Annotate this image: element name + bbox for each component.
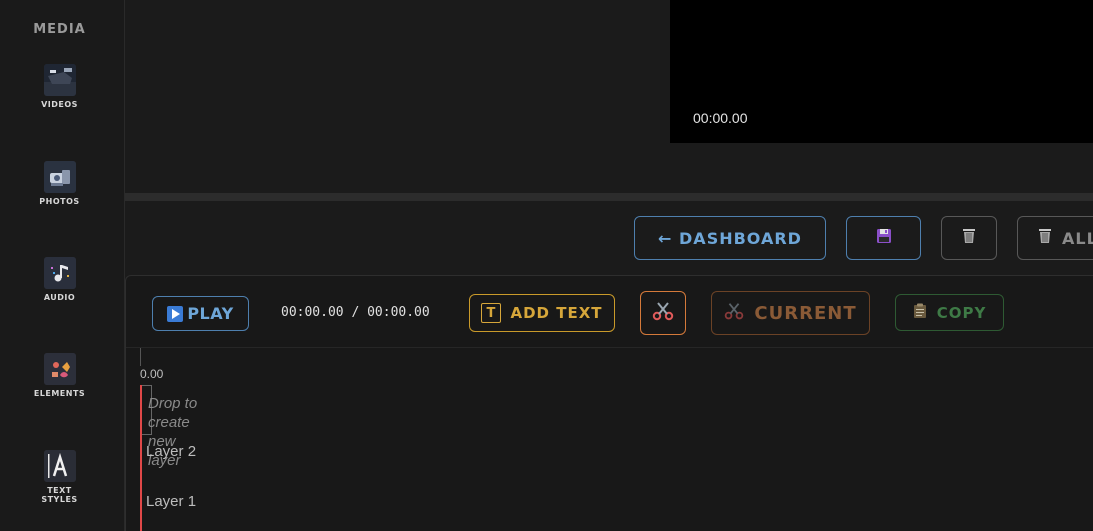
sidebar-item-label-line2: STYLES [41,495,78,504]
video-editor-app: MEDIA VIDEOS PHOTOS AUDIO ELEMENTS TEXT … [0,0,1093,531]
ruler-tick [140,348,141,366]
sidebar-item-elements[interactable]: ELEMENTS [0,353,119,398]
playhead[interactable] [140,385,142,531]
split-button[interactable] [640,291,686,335]
sidebar-item-audio[interactable]: AUDIO [0,257,119,302]
save-button[interactable] [846,216,921,260]
timecode-display: 00:00.00 / 00:00.00 [281,305,430,320]
trash-icon [1036,227,1054,249]
sidebar-item-label: VIDEOS [41,100,78,109]
delete-all-button[interactable]: ALL [1017,216,1093,260]
video-thumb-icon [43,64,76,96]
play-label: PLAY [187,304,234,323]
sidebar-item-label: PHOTOS [39,197,80,206]
sidebar-item-photos[interactable]: PHOTOS [0,161,119,206]
preview-scrollbar[interactable] [125,193,1093,201]
scissors-icon [652,300,674,326]
cut-current-label: CURRENT [754,302,857,324]
dashboard-button[interactable]: ← DASHBOARD [634,216,826,260]
sidebar-item-label: TEXT [47,486,72,495]
sidebar-item-label: ELEMENTS [33,389,86,398]
cut-current-button[interactable]: CURRENT [711,291,870,335]
photo-thumb-icon [43,161,76,193]
timeline-toolbar-divider [126,347,1093,348]
scissors-icon [724,301,744,326]
text-box-icon: T [481,303,502,323]
copy-label: COPY [936,303,987,322]
elements-icon [43,353,76,385]
music-note-icon [43,257,76,289]
play-icon [167,305,184,322]
trash-icon [960,227,978,249]
ruler-start-label: 0.00 [140,367,164,381]
add-text-label: ADD TEXT [510,304,603,322]
layer-label-2[interactable]: Layer 2 [146,443,206,461]
preview-timestamp: 00:00.00 [693,110,748,126]
sidebar-item-text-styles[interactable]: TEXT STYLES [0,450,119,504]
text-style-icon [43,450,76,482]
sidebar-item-label: AUDIO [43,293,76,302]
copy-button[interactable]: COPY [895,294,1004,331]
delete-all-label: ALL [1062,228,1093,248]
floppy-disk-icon [876,228,892,248]
add-text-button[interactable]: T ADD TEXT [469,294,615,332]
media-sidebar: MEDIA VIDEOS PHOTOS AUDIO ELEMENTS TEXT … [0,0,125,531]
sidebar-item-videos[interactable]: VIDEOS [0,64,119,109]
delete-button[interactable] [941,216,997,260]
layer-label-1[interactable]: Layer 1 [146,493,206,511]
clipboard-icon [913,303,927,323]
play-button[interactable]: PLAY [152,296,249,331]
sidebar-title: MEDIA [33,22,86,37]
